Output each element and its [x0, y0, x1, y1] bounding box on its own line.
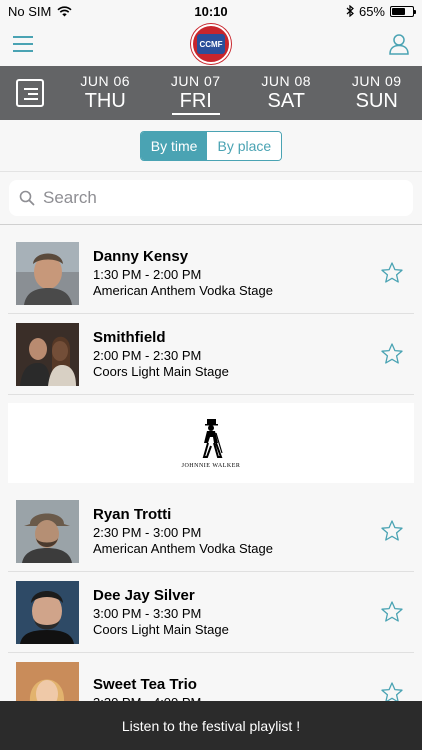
- artist-name: Smithfield: [93, 328, 166, 346]
- set-time: 2:30 PM - 3:00 PM: [93, 524, 202, 540]
- lineup-item[interactable]: Dee Jay Silver 3:00 PM - 3:30 PM Coors L…: [8, 572, 414, 653]
- stage-name: American Anthem Vodka Stage: [93, 540, 273, 556]
- carrier-label: No SIM: [8, 3, 52, 19]
- playlist-label: Listen to the festival playlist !: [121, 717, 301, 734]
- stage-name: Coors Light Main Stage: [93, 621, 229, 637]
- set-time: 1:30 PM - 2:00 PM: [93, 266, 202, 282]
- lineup-item[interactable]: Smithfield 2:00 PM - 2:30 PM Coors Light…: [8, 314, 414, 395]
- lineup-list: Danny Kensy 1:30 PM - 2:00 PM American A…: [0, 225, 422, 734]
- day-tab-sun[interactable]: JUN 09 SUN: [332, 66, 422, 120]
- artist-name: Danny Kensy: [93, 247, 189, 265]
- status-bar: No SIM 10:10 65%: [0, 0, 422, 22]
- logo-text: CCMF: [197, 34, 225, 54]
- sort-segment-wrap: By time By place: [0, 120, 422, 172]
- schedule-toggle-button[interactable]: [0, 66, 60, 120]
- battery-level: [392, 7, 405, 15]
- menu-icon[interactable]: [12, 35, 34, 53]
- wifi-icon: [57, 5, 72, 16]
- search-wrap: [0, 172, 422, 225]
- artist-photo: [16, 499, 79, 563]
- bluetooth-icon: [346, 5, 354, 17]
- battery-percent: 65%: [358, 3, 385, 19]
- day-tab-fri[interactable]: JUN 07 FRI: [151, 66, 242, 120]
- search-box: [9, 180, 413, 216]
- by-time-button[interactable]: By time: [140, 131, 208, 160]
- search-input[interactable]: [43, 188, 403, 208]
- battery-icon: [390, 5, 416, 17]
- favorite-star-icon[interactable]: [380, 600, 404, 624]
- lineup-item[interactable]: Danny Kensy 1:30 PM - 2:00 PM American A…: [8, 233, 414, 314]
- day-weekday: SAT: [267, 90, 305, 112]
- set-time: 2:00 PM - 2:30 PM: [93, 347, 202, 363]
- playlist-bar[interactable]: Listen to the festival playlist !: [0, 701, 422, 750]
- festival-logo: CCMF: [191, 24, 231, 64]
- search-icon: [19, 190, 35, 206]
- artist-name: Dee Jay Silver: [93, 586, 195, 604]
- lineup-info: Danny Kensy 1:30 PM - 2:00 PM American A…: [93, 248, 380, 299]
- lineup-info: Smithfield 2:00 PM - 2:30 PM Coors Light…: [93, 329, 380, 380]
- status-left: No SIM: [8, 4, 72, 19]
- favorite-star-icon[interactable]: [380, 261, 404, 285]
- day-date: JUN 09: [351, 73, 402, 89]
- artist-photo: [16, 241, 79, 305]
- lineup-info: Ryan Trotti 2:30 PM - 3:00 PM American A…: [93, 506, 380, 557]
- date-bar: JUN 06 THU JUN 07 FRI JUN 08 SAT JUN 09 …: [0, 66, 422, 120]
- favorite-star-icon[interactable]: [380, 519, 404, 543]
- artist-photo: [16, 322, 79, 386]
- status-right: 65%: [346, 3, 416, 19]
- set-time: 3:00 PM - 3:30 PM: [93, 605, 202, 621]
- favorite-star-icon[interactable]: [380, 342, 404, 366]
- artist-photo: [16, 580, 79, 644]
- day-tabs: JUN 06 THU JUN 07 FRI JUN 08 SAT JUN 09 …: [60, 66, 422, 120]
- lineup-item[interactable]: Ryan Trotti 2:30 PM - 3:00 PM American A…: [8, 491, 414, 572]
- sponsor-name: JOHNNIE WALKER: [181, 463, 241, 469]
- schedule-list-icon: [16, 79, 44, 107]
- artist-name: Sweet Tea Trio: [93, 675, 197, 693]
- day-weekday: THU: [84, 90, 126, 112]
- day-date: JUN 07: [170, 73, 221, 89]
- day-weekday: FRI: [179, 90, 212, 112]
- nav-bar: CCMF: [0, 22, 422, 66]
- stage-name: Coors Light Main Stage: [93, 363, 229, 379]
- sponsor-banner[interactable]: JOHNNIE WALKER: [8, 403, 414, 483]
- day-date: JUN 06: [80, 73, 131, 89]
- lineup-info: Dee Jay Silver 3:00 PM - 3:30 PM Coors L…: [93, 587, 380, 638]
- stage-name: American Anthem Vodka Stage: [93, 282, 273, 298]
- day-weekday: SUN: [355, 90, 398, 112]
- sort-segmented-control: By time By place: [139, 130, 283, 161]
- user-profile-icon[interactable]: [388, 33, 410, 55]
- day-tab-thu[interactable]: JUN 06 THU: [60, 66, 151, 120]
- artist-name: Ryan Trotti: [93, 505, 172, 523]
- sponsor-logo: [202, 419, 223, 458]
- day-tab-sat[interactable]: JUN 08 SAT: [241, 66, 332, 120]
- day-date: JUN 08: [261, 73, 312, 89]
- by-place-button[interactable]: By place: [207, 131, 282, 160]
